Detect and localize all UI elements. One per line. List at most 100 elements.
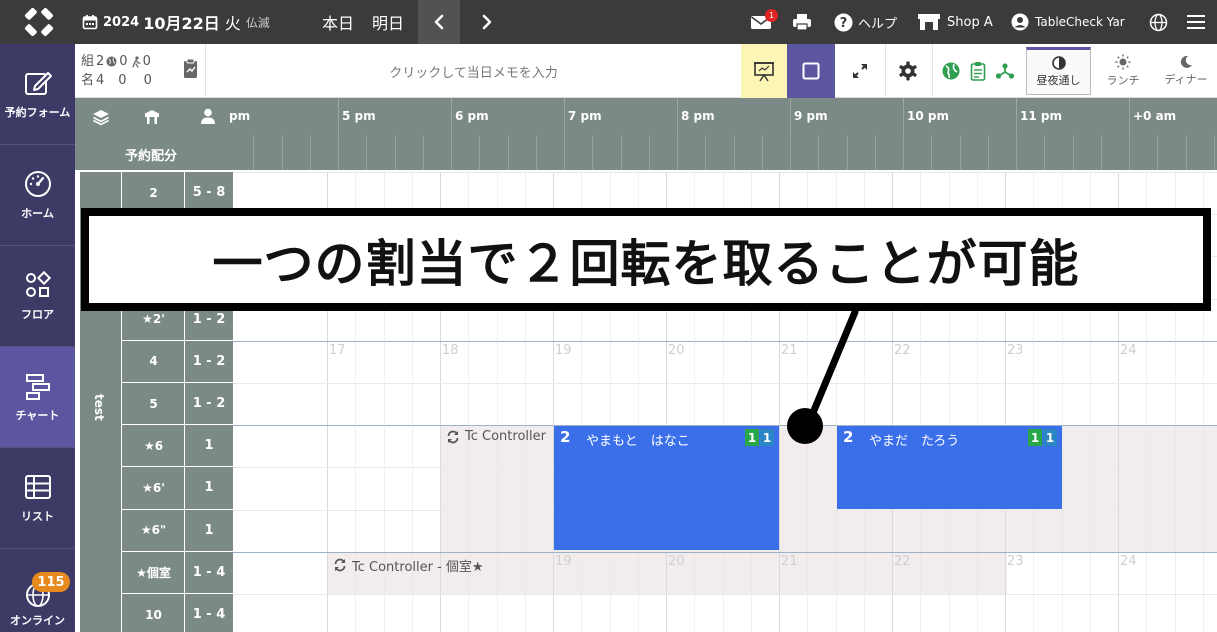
web-filter-icon[interactable] <box>942 62 960 80</box>
shift-all-label: 昼夜通し <box>1036 74 1081 87</box>
half-moon-icon <box>1051 56 1066 70</box>
sidebar-item-floor[interactable]: フロア <box>0 246 75 347</box>
table-capacity: 1 <box>185 510 233 552</box>
shift-lunch-button[interactable]: ランチ <box>1093 47 1153 95</box>
faint-hour-label: 17 <box>329 342 346 358</box>
settings-button[interactable] <box>885 44 930 98</box>
hour-label: 8 pm <box>681 109 715 123</box>
table-sort-button[interactable] <box>132 98 172 135</box>
shift-all-day-button[interactable]: 昼夜通し <box>1026 47 1091 95</box>
sidebar-item-list[interactable]: リスト <box>0 448 75 549</box>
table-name[interactable]: ★6" <box>122 510 185 552</box>
hour-label: +0 am <box>1133 109 1177 123</box>
reservation-block[interactable]: 2 やまだ たろう 1 1 <box>837 426 1062 509</box>
shift-dinner-button[interactable]: ディナー <box>1155 47 1217 95</box>
sidebar: 予約フォーム ホーム フロア チャート リスト オンライン 115 <box>0 44 75 632</box>
edit-icon <box>24 72 52 95</box>
hour-label: 6 pm <box>455 109 489 123</box>
timeline: pm 5 pm 6 pm 7 pm 8 pm 9 pm 10 pm 11 pm +0 am 17 1… <box>229 98 1217 632</box>
fullscreen-button[interactable] <box>837 44 883 98</box>
reservation-status-badge: 1 <box>745 429 759 447</box>
person-icon <box>201 108 215 124</box>
help-button[interactable]: ? ヘルプ <box>834 0 897 44</box>
walkin-names: 0 <box>143 73 152 88</box>
sidebar-item-label: 予約フォーム <box>4 106 71 119</box>
sidebar-item-reservation-form[interactable]: 予約フォーム <box>0 44 75 145</box>
annotation-text: 一つの割当で２回転を取ることが可能 <box>89 216 1203 303</box>
print-button[interactable] <box>792 0 812 44</box>
layers-button[interactable] <box>81 98 121 135</box>
table-name[interactable]: ★個室 <box>122 552 185 594</box>
table-name[interactable]: ★6' <box>122 467 185 510</box>
clipboard-history-icon <box>184 58 197 78</box>
faint-hour-label: 24 <box>1120 342 1137 358</box>
shop-label: Shop A <box>947 14 993 30</box>
faint-hour-label: 20 <box>668 342 685 358</box>
faint-hour-label: 23 <box>1007 553 1024 569</box>
help-label: ヘルプ <box>858 16 898 32</box>
annotation-callout: 一つの割当で２回転を取ることが可能 <box>81 208 1211 311</box>
app-logo[interactable] <box>22 0 56 44</box>
expand-icon <box>853 64 867 78</box>
sidebar-item-label: ホーム <box>21 207 54 220</box>
table-name[interactable]: 4 <box>122 341 185 383</box>
table-name[interactable]: 10 <box>122 594 185 632</box>
date-monthday: 10月22日 <box>143 14 220 33</box>
floor-icon <box>25 270 51 297</box>
chevron-left-icon <box>434 14 444 30</box>
clipboard-filter-icon[interactable] <box>970 61 986 81</box>
reservation-chart: 予約配分 test 2 ★2' 4 5 ★6 ★6' ★6" ★個室 10 5 - 81 - 2… <box>75 98 1217 632</box>
hamburger-icon <box>1187 15 1205 29</box>
daily-memo-input[interactable]: クリックして当日メモを入力 <box>205 44 741 98</box>
user-circle-icon <box>1011 13 1029 31</box>
sidebar-item-label: オンライン <box>10 614 65 627</box>
sidebar-item-chart[interactable]: チャート <box>0 347 75 448</box>
reservation-guest-name: やまもと はなこ <box>586 434 690 450</box>
faint-hour-label: 19 <box>555 553 572 569</box>
today-button[interactable]: 本日 <box>322 0 354 44</box>
summary-counts: 組 2 0 0 名 4 0 0 <box>81 52 152 90</box>
shop-selector[interactable]: Shop A <box>917 0 993 44</box>
allocation-label: 予約配分 <box>125 149 178 164</box>
faint-hour-label: 23 <box>1007 342 1024 358</box>
square-icon <box>802 62 820 80</box>
main-menu-button[interactable] <box>1187 0 1205 44</box>
faint-hour-label: 19 <box>555 342 572 358</box>
hour-label: 5 pm <box>342 109 376 123</box>
sidebar-item-home[interactable]: ホーム <box>0 145 75 246</box>
calendar-icon <box>82 15 98 30</box>
dashboard-icon <box>24 171 51 197</box>
reservation-visit-badge: 1 <box>760 429 774 447</box>
next-day-button[interactable] <box>466 0 508 44</box>
date-picker[interactable]: 2024 10月22日 火 仏滅 <box>82 0 270 44</box>
controller-label[interactable]: Tc Controller - 個室★ <box>333 556 484 575</box>
reservation-visit-badge: 1 <box>1043 429 1057 447</box>
reservation-block[interactable]: 2 やまもと はなこ 1 1 <box>554 426 779 550</box>
shift-lunch-label: ランチ <box>1106 74 1140 87</box>
table-name[interactable]: 5 <box>122 383 185 426</box>
sidebar-item-online[interactable]: オンライン 115 <box>0 549 75 632</box>
store-icon <box>918 14 940 30</box>
capacity-sort-button[interactable] <box>188 98 228 135</box>
globe-icon <box>106 56 117 67</box>
globe-icon <box>1149 13 1168 31</box>
prev-day-button[interactable] <box>418 0 460 44</box>
memo-history-button[interactable] <box>181 58 203 82</box>
tomorrow-button[interactable]: 明日 <box>372 0 404 44</box>
mail-button[interactable]: 1 <box>750 0 778 44</box>
groups-value: 2 <box>96 54 105 69</box>
user-label: TableCheck Yar <box>1035 15 1125 29</box>
presentation-view-button[interactable] <box>741 44 787 98</box>
table-name[interactable]: ★6 <box>122 425 185 468</box>
single-view-button[interactable] <box>787 44 835 98</box>
user-menu[interactable]: TableCheck Yar <box>1011 0 1125 44</box>
controller-text: Tc Controller - 個室★ <box>352 559 484 575</box>
presentation-icon <box>754 62 774 82</box>
network-filter-icon[interactable] <box>995 62 1015 80</box>
sidebar-item-label: リスト <box>21 510 54 523</box>
printer-icon <box>793 14 811 31</box>
faint-hour-label: 24 <box>1120 553 1137 569</box>
controller-label[interactable]: Tc Controller <box>446 429 546 444</box>
language-button[interactable] <box>1149 0 1168 44</box>
table-capacity: 1 - 2 <box>185 383 233 426</box>
